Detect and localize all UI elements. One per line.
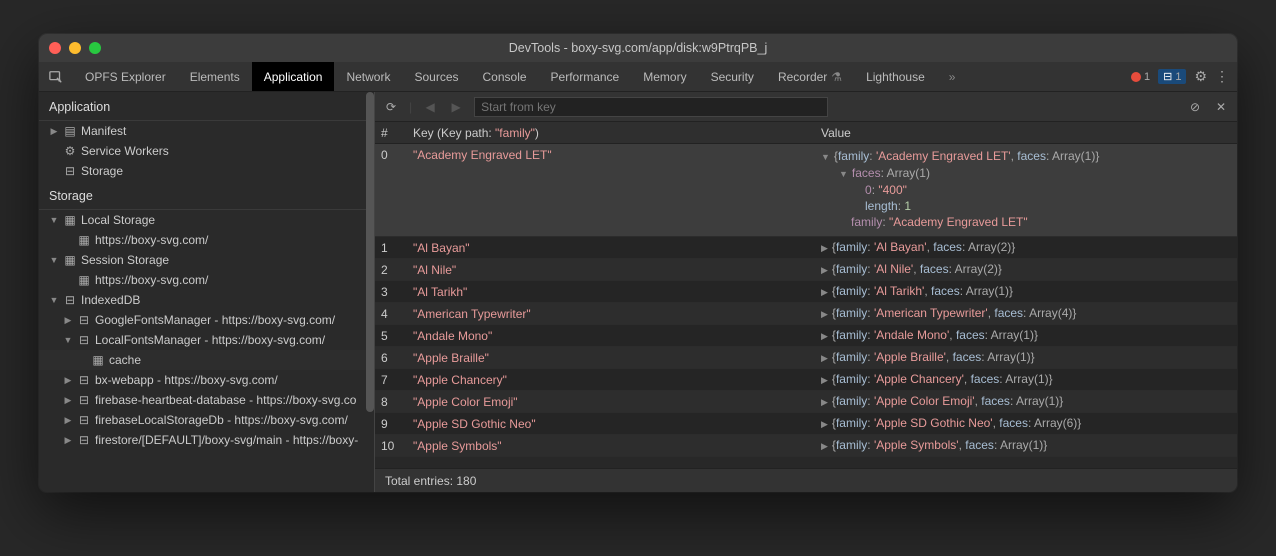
table-row[interactable]: 4"American Typewriter"▶{family: 'America… bbox=[375, 303, 1237, 325]
settings-icon[interactable]: ⚙ bbox=[1194, 68, 1207, 85]
idb-googlefonts[interactable]: ▶⊟GoogleFontsManager - https://boxy-svg.… bbox=[39, 310, 374, 330]
sidebar-vscroll[interactable] bbox=[366, 92, 374, 412]
sidebar-service-workers[interactable]: ⚙Service Workers bbox=[39, 141, 374, 161]
sidebar-session-storage[interactable]: ▼▦Session Storage bbox=[39, 250, 374, 270]
tabs-overflow[interactable]: » bbox=[937, 62, 968, 91]
tab-application[interactable]: Application bbox=[252, 62, 335, 91]
start-key-input[interactable] bbox=[474, 97, 827, 117]
sidebar-session-origin[interactable]: ▦https://boxy-svg.com/ bbox=[39, 270, 374, 290]
tab-elements[interactable]: Elements bbox=[178, 62, 252, 91]
col-index[interactable]: # bbox=[375, 126, 407, 140]
maximize-button[interactable] bbox=[89, 42, 101, 54]
traffic-lights bbox=[49, 42, 101, 54]
tab-bar: OPFS Explorer Elements Application Netwo… bbox=[39, 62, 1237, 92]
sidebar-manifest[interactable]: ▶▤Manifest bbox=[39, 121, 374, 141]
database-icon: ⊟ bbox=[77, 373, 91, 387]
idb-firebase-heartbeat[interactable]: ▶⊟firebase-heartbeat-database - https://… bbox=[39, 390, 374, 410]
status-bar: Total entries: 180 bbox=[375, 468, 1237, 492]
gear-icon: ⚙ bbox=[63, 144, 77, 158]
database-icon: ⊟ bbox=[77, 413, 91, 427]
idb-bxwebapp[interactable]: ▶⊟bx-webapp - https://boxy-svg.com/ bbox=[39, 370, 374, 390]
idb-toolbar: ⟳ | ◀ ▶ ⊘ ✕ bbox=[375, 92, 1237, 122]
tab-security[interactable]: Security bbox=[699, 62, 766, 91]
clear-button[interactable]: ⊘ bbox=[1187, 100, 1203, 114]
refresh-button[interactable]: ⟳ bbox=[383, 100, 399, 114]
idb-firebase-local[interactable]: ▶⊟firebaseLocalStorageDb - https://boxy-… bbox=[39, 410, 374, 430]
minimize-button[interactable] bbox=[69, 42, 81, 54]
tab-sources[interactable]: Sources bbox=[402, 62, 470, 91]
section-application: Application bbox=[39, 92, 374, 121]
more-icon[interactable]: ⋮ bbox=[1215, 68, 1227, 85]
close-button[interactable] bbox=[49, 42, 61, 54]
table-row[interactable]: 3"Al Tarikh"▶{family: 'Al Tarikh', faces… bbox=[375, 281, 1237, 303]
next-page-button[interactable]: ▶ bbox=[448, 100, 464, 114]
tab-lighthouse[interactable]: Lighthouse bbox=[854, 62, 937, 91]
info-badge[interactable]: ⊟1 bbox=[1158, 69, 1186, 84]
col-key[interactable]: Key (Key path: "family") bbox=[407, 126, 815, 140]
prev-page-button[interactable]: ◀ bbox=[422, 100, 438, 114]
grid-icon: ▦ bbox=[77, 233, 91, 247]
sidebar-indexeddb[interactable]: ▼⊟IndexedDB bbox=[39, 290, 374, 310]
grid-icon: ▦ bbox=[91, 353, 105, 367]
tab-recorder[interactable]: Recorder ⚗ bbox=[766, 62, 854, 91]
tab-opfs[interactable]: OPFS Explorer bbox=[73, 62, 178, 91]
database-icon: ⊟ bbox=[77, 313, 91, 327]
close-panel-button[interactable]: ✕ bbox=[1213, 100, 1229, 114]
database-icon: ⊟ bbox=[77, 393, 91, 407]
main-panel: ⟳ | ◀ ▶ ⊘ ✕ # Key (Key path: "family") V… bbox=[375, 92, 1237, 492]
flask-icon: ⚗ bbox=[831, 70, 842, 84]
table-row[interactable]: 7"Apple Chancery"▶{family: 'Apple Chance… bbox=[375, 369, 1237, 391]
sidebar-storage[interactable]: ⊟Storage bbox=[39, 161, 374, 181]
grid-icon: ▦ bbox=[77, 273, 91, 287]
table-body: 0"Academy Engraved LET"▼{family: 'Academ… bbox=[375, 144, 1237, 468]
titlebar: DevTools - boxy-svg.com/app/disk:w9PtrqP… bbox=[39, 34, 1237, 62]
col-value[interactable]: Value bbox=[815, 126, 1237, 140]
idb-localfonts[interactable]: ▼⊟LocalFontsManager - https://boxy-svg.c… bbox=[39, 330, 374, 350]
tab-console[interactable]: Console bbox=[471, 62, 539, 91]
grid-icon: ▦ bbox=[63, 253, 77, 267]
table-row[interactable]: 6"Apple Braille"▶{family: 'Apple Braille… bbox=[375, 347, 1237, 369]
database-icon: ⊟ bbox=[77, 433, 91, 447]
table-row[interactable]: 9"Apple SD Gothic Neo"▶{family: 'Apple S… bbox=[375, 413, 1237, 435]
file-icon: ▤ bbox=[63, 124, 77, 138]
devtools-window: DevTools - boxy-svg.com/app/disk:w9PtrqP… bbox=[39, 34, 1237, 492]
idb-cache[interactable]: ▦cache bbox=[39, 350, 374, 370]
table-row[interactable]: 8"Apple Color Emoji"▶{family: 'Apple Col… bbox=[375, 391, 1237, 413]
grid-icon: ▦ bbox=[63, 213, 77, 227]
table-row[interactable]: 5"Andale Mono"▶{family: 'Andale Mono', f… bbox=[375, 325, 1237, 347]
inspect-icon[interactable] bbox=[39, 70, 73, 84]
error-badge[interactable]: 1 bbox=[1131, 71, 1150, 83]
database-icon: ⊟ bbox=[77, 333, 91, 347]
table-row[interactable]: 10"Apple Symbols"▶{family: 'Apple Symbol… bbox=[375, 435, 1237, 457]
tab-performance[interactable]: Performance bbox=[539, 62, 632, 91]
window-title: DevTools - boxy-svg.com/app/disk:w9PtrqP… bbox=[39, 41, 1237, 55]
table-row[interactable]: 1"Al Bayan"▶{family: 'Al Bayan', faces: … bbox=[375, 237, 1237, 259]
database-icon: ⊟ bbox=[63, 164, 77, 178]
table-row[interactable]: 0"Academy Engraved LET"▼{family: 'Academ… bbox=[375, 144, 1237, 237]
section-storage: Storage bbox=[39, 181, 374, 210]
tab-memory[interactable]: Memory bbox=[631, 62, 698, 91]
sidebar-local-storage[interactable]: ▼▦Local Storage bbox=[39, 210, 374, 230]
tab-network[interactable]: Network bbox=[334, 62, 402, 91]
sidebar-hscroll[interactable] bbox=[39, 482, 374, 492]
table-row[interactable]: 2"Al Nile"▶{family: 'Al Nile', faces: Ar… bbox=[375, 259, 1237, 281]
database-icon: ⊟ bbox=[63, 293, 77, 307]
table-header: # Key (Key path: "family") Value bbox=[375, 122, 1237, 144]
sidebar: Application ▶▤Manifest ⚙Service Workers … bbox=[39, 92, 375, 492]
idb-firestore[interactable]: ▶⊟firestore/[DEFAULT]/boxy-svg/main - ht… bbox=[39, 430, 374, 450]
sidebar-local-origin[interactable]: ▦https://boxy-svg.com/ bbox=[39, 230, 374, 250]
